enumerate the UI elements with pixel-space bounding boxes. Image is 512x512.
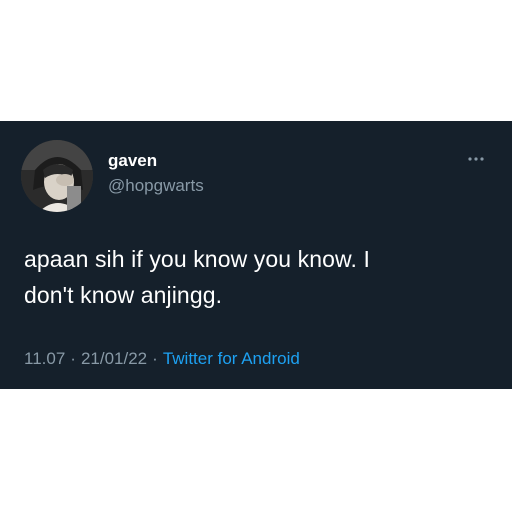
profile-photo-icon bbox=[21, 140, 93, 212]
username-handle[interactable]: @hopgwarts bbox=[108, 176, 204, 196]
tweet-source-link[interactable]: Twitter for Android bbox=[163, 349, 300, 368]
more-options-button[interactable] bbox=[466, 152, 486, 166]
page: gaven @hopgwarts apaan sih if you know y… bbox=[0, 0, 512, 512]
tweet-text-line: don't know anjingg. bbox=[24, 282, 223, 308]
separator: · bbox=[70, 349, 76, 368]
tweet-text: apaan sih if you know you know. I don't … bbox=[24, 241, 494, 313]
tweet-text-line: apaan sih if you know you know. I bbox=[24, 246, 370, 272]
tweet-date[interactable]: 21/01/22 bbox=[81, 349, 147, 368]
tweet-time[interactable]: 11.07 bbox=[24, 349, 65, 368]
display-name[interactable]: gaven bbox=[108, 151, 157, 171]
tweet-metadata: 11.07 · 21/01/22 · Twitter for Android bbox=[24, 349, 300, 369]
more-horizontal-icon bbox=[468, 157, 484, 161]
tweet-card: gaven @hopgwarts apaan sih if you know y… bbox=[0, 121, 512, 389]
separator: · bbox=[152, 349, 158, 368]
avatar[interactable] bbox=[21, 140, 93, 212]
